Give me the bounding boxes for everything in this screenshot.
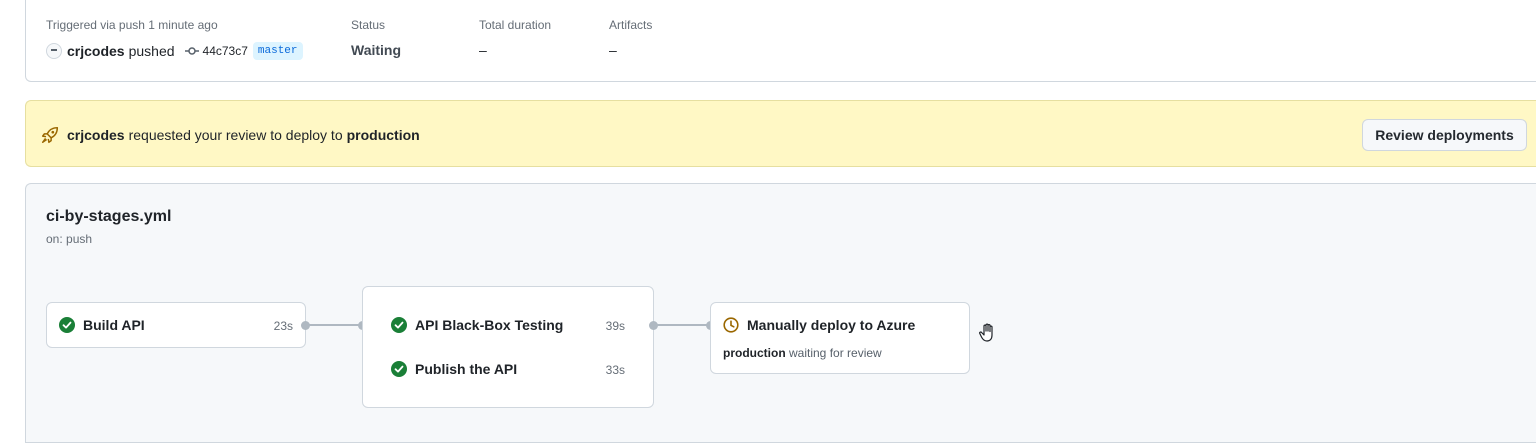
job-name: Build API — [83, 317, 145, 333]
job-card-deploy-azure[interactable]: Manually deploy to Azure production wait… — [710, 302, 970, 374]
artifacts-label: Artifacts — [609, 18, 653, 32]
review-message: crjcodes requested your review to deploy… — [41, 126, 420, 144]
duration-label: Total duration — [479, 18, 552, 32]
workflow-name[interactable]: ci-by-stages.yml — [46, 208, 171, 226]
branch-label[interactable]: master — [252, 42, 303, 60]
review-banner: crjcodes requested your review to deploy… — [25, 100, 1536, 167]
job-publish-the-api[interactable]: Publish the API — [391, 361, 517, 377]
banner-actor[interactable]: crjcodes — [67, 127, 125, 143]
actor-avatar[interactable] — [46, 43, 62, 59]
connector-line — [309, 324, 359, 326]
job-duration: 33s — [605, 363, 625, 377]
workflow-graph: ci-by-stages.yml on: push Build API 23s … — [25, 183, 1536, 443]
action-text: pushed — [128, 43, 175, 59]
job-duration: 23s — [273, 319, 293, 333]
duration-value: – — [479, 42, 487, 58]
workflow-trigger: on: push — [46, 232, 93, 246]
artifacts-value: – — [609, 42, 617, 58]
job-card-build-api[interactable]: Build API 23s — [46, 302, 306, 348]
rocket-icon — [41, 126, 59, 144]
job-name: Publish the API — [415, 361, 518, 377]
run-summary: Triggered via push 1 minute ago crjcodes… — [25, 0, 1536, 82]
review-deployments-button[interactable]: Review deployments — [1362, 119, 1527, 151]
connector-line — [657, 324, 707, 326]
status-value: Waiting — [351, 42, 402, 58]
job-manually-deploy-to-azure[interactable]: Manually deploy to Azure — [723, 317, 915, 333]
job-waiting-text: waiting for review — [789, 346, 882, 360]
clock-icon — [723, 317, 739, 333]
job-duration: 39s — [605, 319, 625, 333]
git-commit-icon — [184, 47, 199, 55]
trigger-info: Triggered via push 1 minute ago crjcodes… — [46, 18, 303, 60]
commit-sha: 44c73c7 — [202, 44, 248, 58]
job-environment: production — [723, 346, 786, 360]
status-info: Status Waiting — [351, 18, 401, 58]
push-info: crjcodes pushed 44c73c7 master — [46, 42, 303, 60]
actor-link[interactable]: crjcodes — [67, 43, 125, 59]
job-name: API Black-Box Testing — [415, 317, 564, 333]
status-label: Status — [351, 18, 386, 32]
triggered-label: Triggered via push 1 minute ago — [46, 18, 218, 32]
job-name: Manually deploy to Azure — [747, 317, 916, 333]
commit-link[interactable]: 44c73c7 — [184, 43, 248, 59]
job-group-testing: API Black-Box Testing 39s Publish the AP… — [362, 286, 654, 408]
check-circle-icon — [391, 361, 407, 377]
duration-info: Total duration – — [479, 18, 551, 58]
job-build-api[interactable]: Build API — [59, 317, 145, 333]
banner-environment: production — [346, 127, 420, 143]
check-circle-icon — [59, 317, 75, 333]
job-waiting-status: production waiting for review — [723, 346, 882, 360]
hand-cursor-icon — [978, 322, 998, 349]
check-circle-icon — [391, 317, 407, 333]
banner-text: requested your review to deploy to — [128, 127, 343, 143]
artifacts-info: Artifacts – — [609, 18, 652, 58]
job-api-black-box-testing[interactable]: API Black-Box Testing — [391, 317, 563, 333]
